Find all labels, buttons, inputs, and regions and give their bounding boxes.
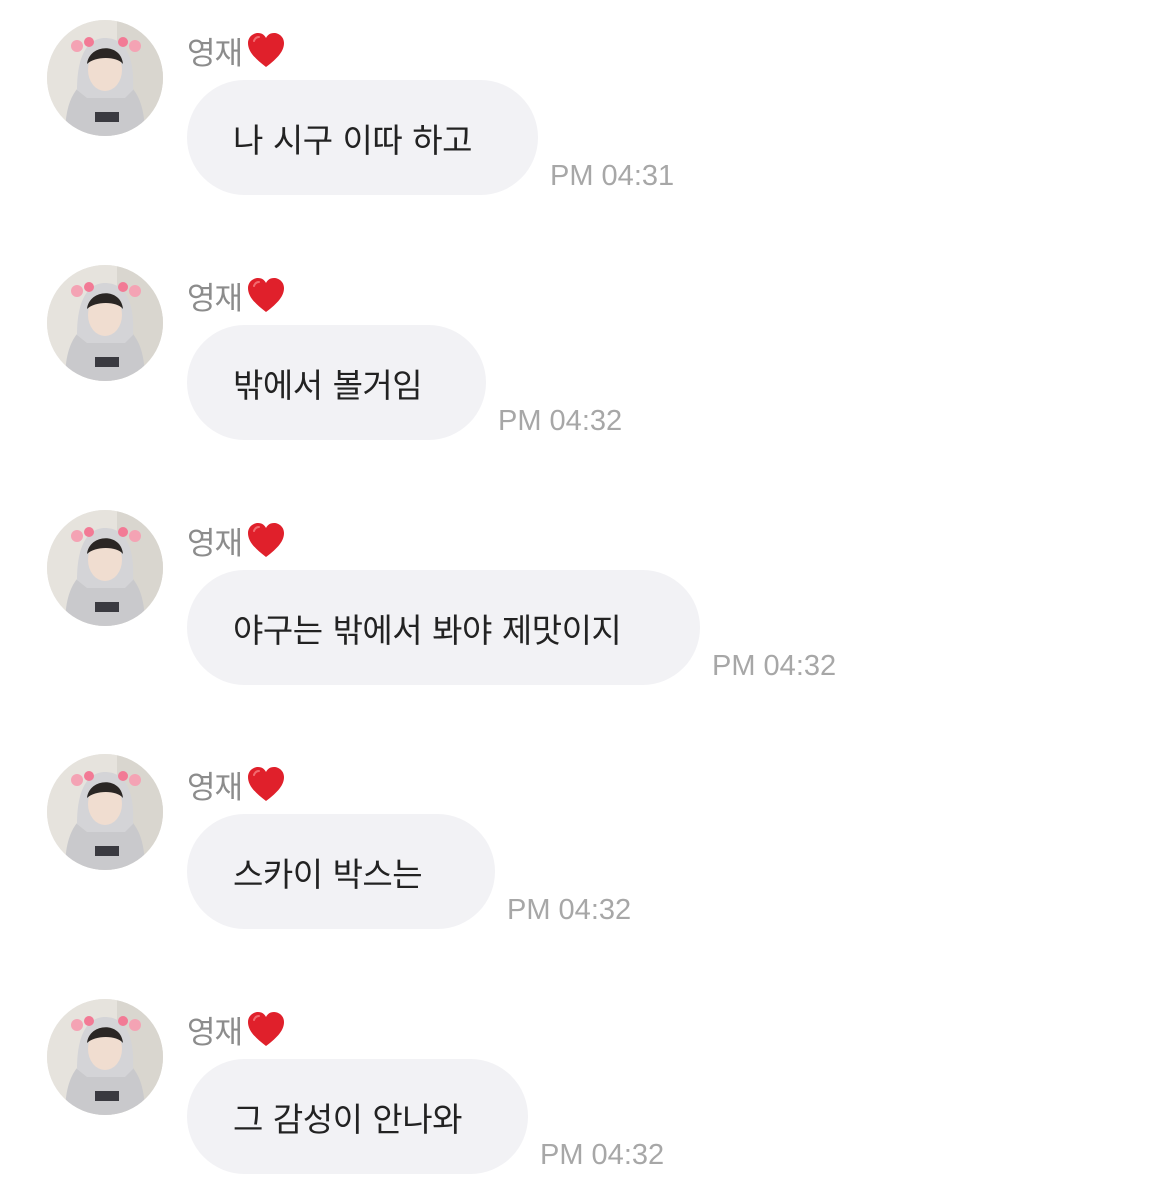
message-bubble[interactable]: 나 시구 이따 하고 — [187, 80, 538, 195]
sender: 영재 — [187, 762, 286, 807]
message-timestamp: PM 04:31 — [550, 160, 675, 192]
heart-icon — [248, 277, 285, 312]
avatar[interactable] — [47, 265, 163, 381]
sender-name: 영재 — [187, 526, 243, 562]
message-group: 영재 나 시구 이따 하고 PM 04:31 — [0, 0, 1170, 200]
message-timestamp: PM 04:32 — [712, 650, 837, 682]
message-group: 영재 야구는 밖에서 봐야 제맛이지 PM 04:32 — [0, 490, 1170, 690]
avatar[interactable] — [47, 754, 163, 870]
heart-icon — [248, 766, 285, 801]
message-group: 영재 밖에서 볼거임 PM 04:32 — [0, 245, 1170, 445]
message-bubble[interactable]: 그 감성이 안나와 — [187, 1059, 528, 1174]
avatar[interactable] — [47, 510, 163, 626]
message-text: 나 시구 이따 하고 — [233, 120, 473, 160]
message-timestamp: PM 04:32 — [507, 894, 632, 926]
sender: 영재 — [187, 1007, 286, 1052]
sender: 영재 — [187, 273, 286, 318]
avatar[interactable] — [47, 999, 163, 1115]
message-bubble[interactable]: 야구는 밖에서 봐야 제맛이지 — [187, 570, 700, 685]
sender: 영재 — [187, 28, 286, 73]
message-group: 영재 스카이 박스는 PM 04:32 — [0, 734, 1170, 934]
message-group: 영재 그 감성이 안나와 PM 04:32 — [0, 979, 1170, 1179]
message-timestamp: PM 04:32 — [498, 405, 623, 437]
heart-icon — [248, 522, 285, 557]
sender-name: 영재 — [187, 770, 243, 806]
message-timestamp: PM 04:32 — [540, 1139, 665, 1171]
message-text: 밖에서 볼거임 — [233, 365, 423, 405]
sender: 영재 — [187, 518, 286, 563]
message-bubble[interactable]: 밖에서 볼거임 — [187, 325, 486, 440]
message-text: 야구는 밖에서 봐야 제맛이지 — [233, 610, 622, 650]
heart-icon — [248, 32, 285, 67]
message-bubble[interactable]: 스카이 박스는 — [187, 814, 495, 929]
avatar[interactable] — [47, 20, 163, 136]
sender-name: 영재 — [187, 281, 243, 317]
sender-name: 영재 — [187, 1015, 243, 1051]
message-text: 그 감성이 안나와 — [233, 1099, 463, 1139]
heart-icon — [248, 1011, 285, 1046]
sender-name: 영재 — [187, 36, 243, 72]
message-text: 스카이 박스는 — [233, 854, 423, 894]
